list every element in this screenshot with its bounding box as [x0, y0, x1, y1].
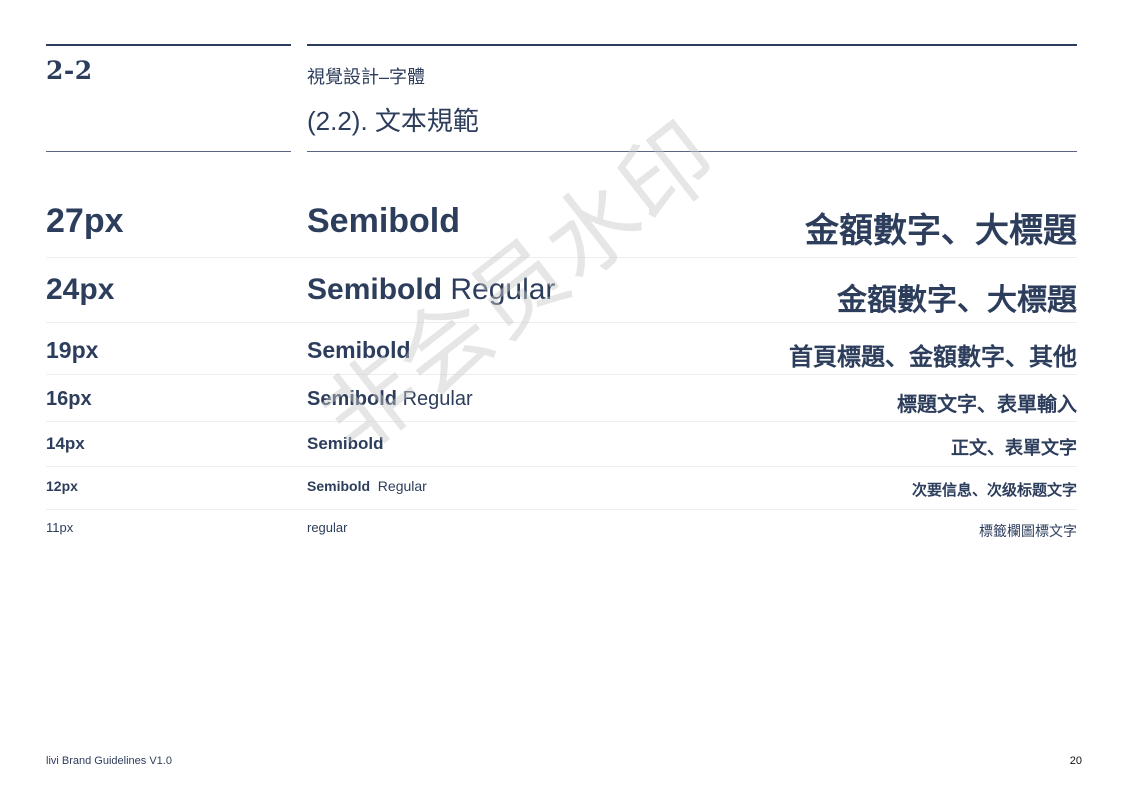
header-bottom-rule-right: [307, 151, 1077, 152]
font-weight-sample: Semibold Regular: [307, 388, 473, 411]
font-weight-sample: Semibold: [307, 434, 384, 454]
row-divider: [46, 322, 1077, 323]
usage-description: 次要信息、次级标题文字: [911, 482, 1077, 499]
font-size-label: 16px: [46, 388, 92, 410]
usage-description: 標籤欄圖標文字: [979, 523, 1077, 539]
usage-description: 金額數字、大標題: [837, 284, 1077, 317]
weight-regular: Regular: [450, 273, 556, 306]
page-title: (2.2). 文本規範: [307, 106, 479, 136]
row-divider: [46, 374, 1077, 375]
font-size-label: 27px: [46, 202, 124, 240]
weight-semibold: Semibold: [307, 478, 371, 494]
header-top-rule-right: [307, 44, 1077, 46]
section-subtitle: 視覺設計–字體: [307, 67, 426, 87]
font-weight-sample: Semibold: [307, 337, 411, 364]
weight-semibold: Semibold: [307, 388, 398, 410]
usage-description: 標題文字、表單輸入: [897, 394, 1077, 416]
weight-regular: Regular: [402, 388, 473, 410]
weight-regular: Regular: [377, 478, 427, 494]
weight-semibold: Semibold: [307, 202, 461, 240]
weight-regular: regular: [307, 520, 348, 535]
row-divider: [46, 421, 1077, 422]
section-number: 2-2: [46, 56, 93, 85]
row-divider: [46, 466, 1077, 467]
weight-semibold: Semibold: [307, 273, 443, 306]
usage-description: 正文、表單文字: [951, 438, 1077, 458]
font-size-label: 11px: [46, 520, 74, 535]
page-number: 20: [1069, 755, 1082, 767]
usage-description: 金額數字、大標題: [805, 212, 1077, 250]
weight-semibold: Semibold: [307, 337, 411, 363]
row-divider: [46, 257, 1077, 258]
font-weight-sample: Semibold: [307, 202, 460, 241]
font-size-label: 14px: [46, 434, 85, 453]
font-size-label: 19px: [46, 337, 99, 363]
font-size-label: 12px: [46, 478, 78, 494]
font-weight-sample: regular: [307, 520, 347, 535]
font-weight-sample: Semibold Regular: [307, 478, 427, 494]
footer-brand: livi Brand Guidelines V1.0: [46, 755, 172, 767]
header-bottom-rule-left: [46, 151, 291, 152]
row-divider: [46, 509, 1077, 510]
usage-description: 首頁標題、金額數字、其他: [789, 344, 1077, 371]
font-weight-sample: Semibold Regular: [307, 273, 555, 307]
header-top-rule-left: [46, 44, 291, 46]
weight-semibold: Semibold: [307, 434, 384, 453]
font-size-label: 24px: [46, 273, 115, 306]
